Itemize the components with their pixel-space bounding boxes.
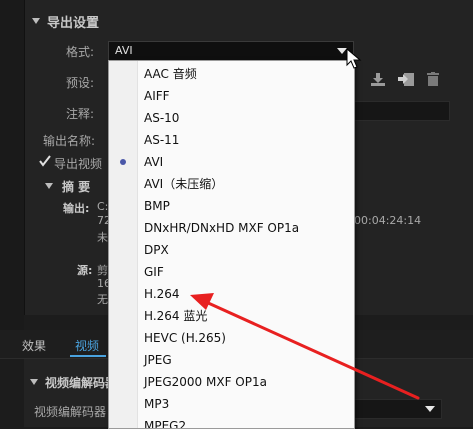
annotation-arrow-icon <box>190 293 420 400</box>
